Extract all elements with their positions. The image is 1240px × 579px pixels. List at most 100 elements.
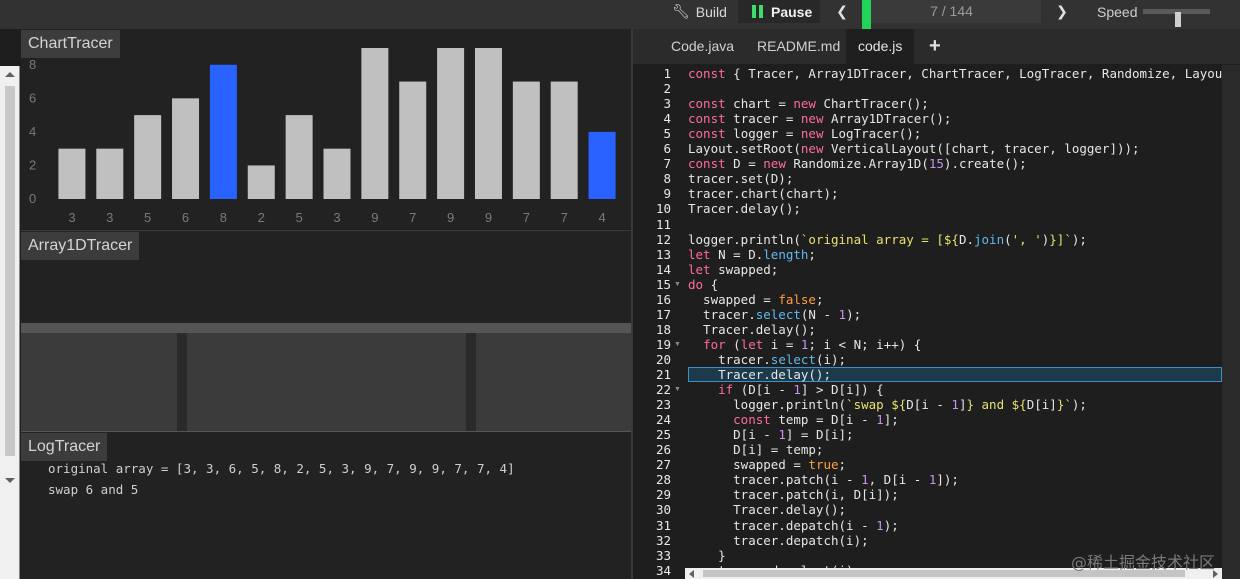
file-tabs: Code.java README.md code.js +: [633, 29, 1240, 64]
code-line: swapped = false;: [688, 291, 824, 307]
x-tick-label: 3: [106, 210, 113, 225]
y-tick-label: 6: [29, 90, 36, 105]
fold-arrow-icon[interactable]: ▼: [674, 281, 681, 288]
top-toolbar: 🔧︎ Build Pause ❮ 7 / 144 ❯ Speed: [0, 0, 1240, 29]
previous-step-button[interactable]: ❮: [836, 0, 848, 23]
code-line: const chart = new ChartTracer();: [688, 96, 929, 112]
line-number: 34: [655, 562, 671, 578]
chevron-left-icon: ❮: [836, 3, 848, 19]
chart-bar: [134, 115, 162, 199]
pause-label: Pause: [771, 3, 813, 20]
code-line: swapped = true;: [688, 457, 847, 473]
code-line: Layout.setRoot(new VerticalLayout([chart…: [688, 141, 1140, 157]
tab-readme-md[interactable]: README.md: [745, 29, 852, 64]
code-editor[interactable]: 1 2 3 4 5 6 7 8 9 10 11 12 13 14 15 ▼ 16 17 18 19 ▼ 20 21 22 ▼ 23…: [633, 65, 1240, 579]
code-line: }: [688, 547, 726, 563]
tab-code-java[interactable]: Code.java: [659, 29, 746, 64]
chart-bar: [172, 98, 200, 199]
chart-tracer-title: ChartTracer: [21, 30, 120, 58]
code-line: const D = new Randomize.Array1D(15).crea…: [688, 156, 1027, 172]
chart-bar: [247, 165, 275, 199]
speed-slider[interactable]: [1143, 9, 1210, 27]
code-line: for (let i = 1; i < N; i++) {: [703, 336, 922, 352]
y-tick-label: 0: [29, 191, 36, 206]
chart-bar: [512, 81, 540, 199]
speed-label: Speed: [1097, 3, 1138, 20]
x-tick-label: 3: [333, 210, 340, 225]
chart-bar: [588, 131, 616, 199]
line-number: 8: [663, 171, 671, 187]
line-number: 2: [663, 81, 671, 97]
chart-bar: [209, 64, 237, 200]
array-cell: [476, 333, 631, 431]
chart-bar: [58, 148, 86, 199]
chart-bar: [96, 148, 124, 199]
y-tick-label: 2: [29, 157, 36, 172]
left-scrollbar[interactable]: [0, 66, 20, 579]
code-line: tracer.set(D);: [688, 171, 794, 187]
step-progress-bar[interactable]: 7 / 144: [862, 0, 1041, 29]
line-number: 23: [655, 397, 671, 413]
array-tracer-panel: Array1DTracer: [21, 230, 631, 323]
scroll-down-icon[interactable]: [5, 478, 15, 483]
code-line: logger.println(`swap ${D[i - 1]} and ${D…: [688, 397, 1087, 413]
bar-chart: 0 2 4 6 8 3 3 5 6 8 2 5 3 9 7 9 9 7 7 4: [29, 48, 616, 225]
add-file-icon[interactable]: +: [929, 35, 941, 58]
code-line: if (D[i - 1] > D[i]) {: [718, 382, 884, 398]
code-line: let N = D.length;: [688, 246, 816, 262]
fold-arrow-icon[interactable]: ▼: [674, 341, 681, 348]
code-pane: Code.java README.md code.js + 1234567891…: [633, 29, 1240, 579]
tab-code-js[interactable]: code.js: [846, 29, 915, 64]
editor-vertical-scrollbar[interactable]: [1222, 65, 1240, 579]
build-label: Build: [695, 3, 727, 20]
x-tick-label: 9: [485, 210, 492, 225]
line-number: 16: [655, 291, 671, 307]
code-line: const tracer = new Array1DTracer();: [688, 111, 952, 127]
chart-bar: [361, 48, 389, 199]
array-cells: [21, 333, 631, 431]
x-tick-label: 6: [182, 210, 189, 225]
line-number: 15: [655, 276, 671, 292]
scroll-left-icon[interactable]: [689, 570, 694, 578]
wrench-icon: 🔧︎: [672, 3, 690, 19]
code-line: D[i] = temp;: [688, 442, 824, 458]
line-number: 22: [655, 382, 671, 398]
y-tick-label: 4: [29, 124, 36, 139]
scrollbar-thumb[interactable]: [5, 86, 15, 456]
chart-bar: [437, 48, 465, 199]
log-line: swap 6 and 5: [48, 482, 139, 497]
log-tracer-panel: LogTracer original array = [3, 3, 6, 5, …: [21, 431, 631, 579]
code-line: tracer.chart(chart);: [688, 186, 839, 202]
line-number: 5: [663, 126, 671, 142]
code-line: logger.println(`original array = [${D.jo…: [688, 231, 1087, 247]
progress-text: 7 / 144: [930, 3, 973, 19]
line-number: 29: [655, 487, 671, 503]
chart-bar: [285, 115, 313, 199]
code-line: tracer.select(i);: [688, 351, 847, 367]
line-number: 13: [655, 246, 671, 262]
log-tracer-title: LogTracer: [21, 433, 108, 461]
pause-button[interactable]: Pause: [738, 0, 820, 23]
x-tick-label: 9: [371, 210, 378, 225]
line-number: 31: [655, 517, 671, 533]
line-number: 7: [663, 156, 671, 172]
x-tick-label: 4: [598, 210, 605, 225]
chart-tracer-panel: 0 2 4 6 8 3 3 5 6 8 2 5 3 9 7 9 9 7 7 4 ChartTracer: [21, 29, 631, 229]
build-button[interactable]: 🔧︎ Build: [672, 0, 727, 23]
array-tracer-title: Array1DTracer: [21, 232, 140, 260]
chart-bar: [399, 81, 427, 199]
code-line: Tracer.delay();: [688, 201, 801, 217]
code-line: tracer.patch(i, D[i]);: [688, 487, 899, 503]
code-line: const { Tracer, Array1DTracer, ChartTrac…: [688, 66, 1238, 81]
scroll-up-icon[interactable]: [5, 72, 15, 77]
fold-arrow-icon[interactable]: ▼: [674, 386, 681, 393]
visualization-pane: 0 2 4 6 8 3 3 5 6 8 2 5 3 9 7 9 9 7 7 4 ChartTracer Array1D…: [0, 29, 631, 579]
x-tick-label: 9: [447, 210, 454, 225]
line-number: 6: [663, 141, 671, 157]
code-line: tracer.select(N - 1);: [688, 306, 862, 322]
speed-slider-thumb[interactable]: [1175, 12, 1181, 27]
line-number: 32: [655, 532, 671, 548]
line-number: 24: [655, 412, 671, 428]
next-step-button[interactable]: ❯: [1056, 0, 1068, 23]
line-number: 30: [655, 502, 671, 518]
